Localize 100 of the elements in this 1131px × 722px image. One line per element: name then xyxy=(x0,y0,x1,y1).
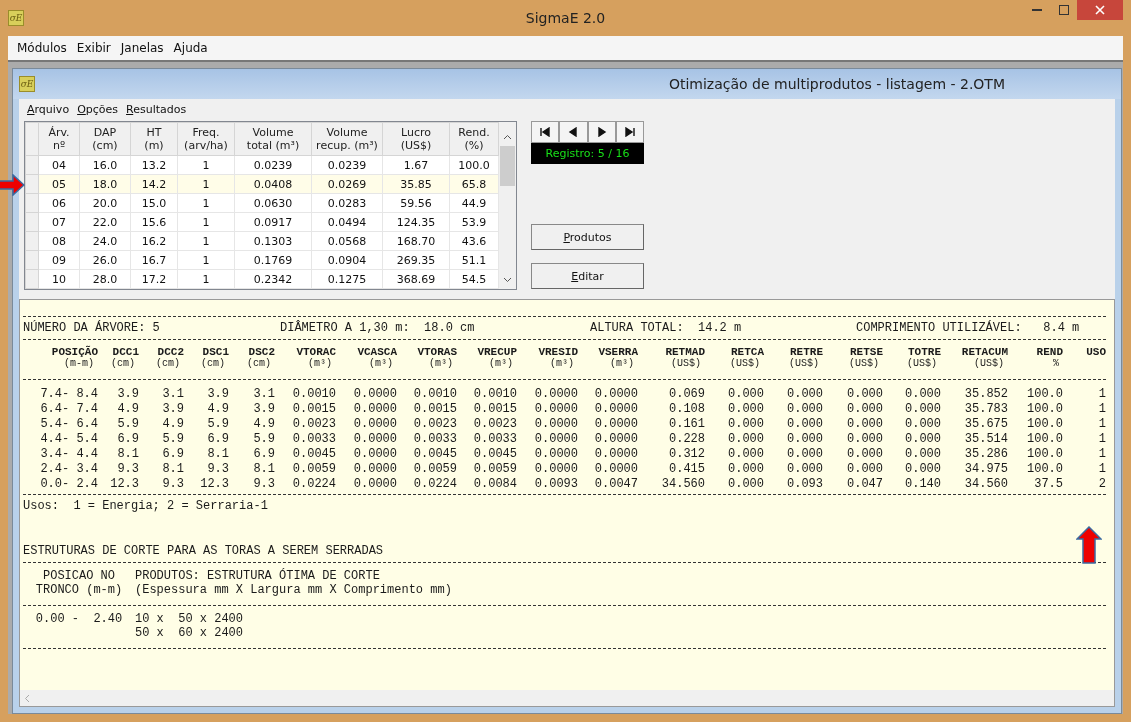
table-cell-text: 0.000 xyxy=(786,446,823,461)
table-cell-text: 3.1 xyxy=(252,386,275,401)
column-header: (Espessura mm X Largura mm X Comprimento mm) xyxy=(135,583,453,597)
menu-item[interactable]: Ajuda xyxy=(168,41,213,55)
scrollbar[interactable] xyxy=(499,122,516,289)
column-unit: (m³) xyxy=(489,358,513,369)
maximize-icon xyxy=(1058,5,1069,15)
scroll-thumb[interactable] xyxy=(500,146,515,186)
products-button[interactable]: Produtos xyxy=(531,224,644,250)
table-cell-text: 3.9 xyxy=(116,386,139,401)
column-header: VRESID xyxy=(538,346,578,358)
close-icon xyxy=(1095,5,1105,15)
nav-button[interactable] xyxy=(587,121,616,143)
column-unit: (US$) xyxy=(789,358,819,369)
table-cell-text: 9.3 xyxy=(161,476,184,491)
table-cell-text: 0.415 xyxy=(668,461,705,476)
table-cell-text: 0.0059 xyxy=(291,461,336,476)
table-cell-text: 5.4- 6.4 xyxy=(39,416,98,431)
table-cell-text: 0.0- 2.4 xyxy=(39,476,98,491)
table-cell-text: 100.0 xyxy=(1026,401,1063,416)
table-cell-text: 35.675 xyxy=(963,416,1008,431)
table-cell-text: 1 xyxy=(1097,401,1106,416)
table-cell-text: 0.0000 xyxy=(593,446,638,461)
table-cell-text: 10 x 50 x 2400 xyxy=(135,612,245,626)
close-button[interactable] xyxy=(1077,0,1123,20)
table-cell-text: 0.0000 xyxy=(593,431,638,446)
menu-item[interactable]: Exibir xyxy=(71,41,116,55)
column-header: VTORAS xyxy=(417,346,457,358)
table-cell-text: 0.0059 xyxy=(472,461,517,476)
play-icon xyxy=(596,127,607,137)
column-header: VRECUP xyxy=(477,346,517,358)
table-cell-text: 12.3 xyxy=(109,476,139,491)
nav-button[interactable] xyxy=(531,121,560,143)
window-title: SigmaE 2.0 xyxy=(525,10,606,26)
table-cell-text: 12.3 xyxy=(199,476,229,491)
table-cell-text: 4.9 xyxy=(116,401,139,416)
column-header: Rend. (%) xyxy=(449,122,499,156)
table-cell-text: 0.000 xyxy=(727,386,764,401)
table-cell-text: 0.0033 xyxy=(412,431,457,446)
column-header: HT (m) xyxy=(130,122,178,156)
column-header: USO xyxy=(1086,346,1106,358)
horizontal-scrollbar[interactable] xyxy=(20,690,1114,706)
table-cell-text: 6.9 xyxy=(252,446,275,461)
table-cell-text: 0.000 xyxy=(904,416,941,431)
table-cell-text: 0.000 xyxy=(786,401,823,416)
scroll-up-icon[interactable] xyxy=(503,134,512,140)
table-cell-text: 0.0023 xyxy=(472,416,517,431)
table-cell-text: 0.0000 xyxy=(533,431,578,446)
table-cell-text: 0.0010 xyxy=(291,386,336,401)
column-unit: (US$) xyxy=(974,358,1004,369)
table-cell-text: 0.161 xyxy=(668,416,705,431)
table-cell-text: 0.000 xyxy=(846,446,883,461)
menu-item[interactable]: Resultados xyxy=(122,102,191,116)
table-cell-text: 5.9 xyxy=(206,416,229,431)
table-cell-text: 9.3 xyxy=(252,476,275,491)
table-cell-text: 1 xyxy=(1097,416,1106,431)
table-cell-text: 1 xyxy=(1097,461,1106,476)
skip-back-icon xyxy=(540,127,551,137)
menu-item[interactable]: Arquivo xyxy=(23,102,74,116)
column-header: VTORAC xyxy=(296,346,336,358)
table-cell-text: 0.000 xyxy=(846,386,883,401)
table-cell-text: 3.9 xyxy=(161,401,184,416)
table-cell-text: 0.0033 xyxy=(472,431,517,446)
menu-item[interactable]: Janelas xyxy=(115,41,169,55)
table-cell-text: 35.783 xyxy=(963,401,1008,416)
scroll-down-icon[interactable] xyxy=(503,277,512,283)
table-cell-text: 0.0224 xyxy=(291,476,336,491)
summary-text: ALTURA TOTAL: 14.2 m xyxy=(590,321,743,335)
table-cell-text: 3.9 xyxy=(252,401,275,416)
column-unit: % xyxy=(1053,358,1059,369)
column-unit: (m³) xyxy=(308,358,332,369)
table-cell-text: 0.0093 xyxy=(533,476,578,491)
nav-button[interactable] xyxy=(615,121,644,143)
table-cell-text: 100.0 xyxy=(1026,386,1063,401)
table-cell-text: 8.1 xyxy=(161,461,184,476)
summary-text: COMPRIMENTO UTILIZÁVEL: 8.4 m xyxy=(856,321,1081,335)
column-unit: (m³) xyxy=(610,358,634,369)
edit-button[interactable]: Editar xyxy=(531,263,644,289)
table-cell-text: 0.0010 xyxy=(412,386,457,401)
table-cell-text: 0.0000 xyxy=(352,401,397,416)
table-cell-text: 0.0045 xyxy=(412,446,457,461)
table-cell-text: 0.000 xyxy=(846,431,883,446)
column-unit: (m³) xyxy=(550,358,574,369)
table-cell-text: 6.9 xyxy=(116,431,139,446)
table-cell-text: 3.1 xyxy=(161,386,184,401)
table-cell-text: 8.1 xyxy=(206,446,229,461)
table-cell-text: 35.514 xyxy=(963,431,1008,446)
table-cell-text: 5.9 xyxy=(252,431,275,446)
menu-item[interactable]: Módulos xyxy=(12,41,72,55)
table-cell-text: 0.000 xyxy=(727,461,764,476)
table-cell-text: 0.0000 xyxy=(533,416,578,431)
nav-button[interactable] xyxy=(559,121,588,143)
table-cell-text: 0.108 xyxy=(668,401,705,416)
menu-item[interactable]: Opções xyxy=(73,102,123,116)
column-header: Lucro (US$) xyxy=(382,122,450,156)
table-cell-text: 100.0 xyxy=(1026,461,1063,476)
column-header: POSICAO NO xyxy=(43,569,115,583)
table-cell-text: 34.560 xyxy=(963,476,1008,491)
table-cell-text: 0.069 xyxy=(668,386,705,401)
column-unit: (cm) xyxy=(247,358,271,369)
